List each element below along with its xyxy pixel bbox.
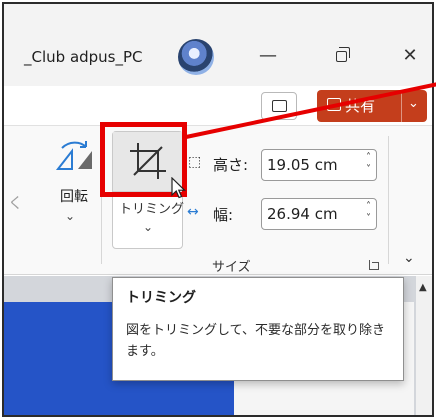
title-bar: _Club adpus_PC — ✕ <box>4 4 432 86</box>
height-spinner[interactable]: ˄ ˅ <box>366 152 371 176</box>
share-icon <box>327 98 341 111</box>
vertical-scrollbar[interactable]: ▲ <box>416 276 432 415</box>
height-icon: ⬚ <box>188 154 202 170</box>
size-group-label: サイズ <box>212 260 251 275</box>
comments-button[interactable] <box>261 92 297 120</box>
window-frame: _Club adpus_PC — ✕ 共有 ⌄ く 回転 ⌄ トリミング ⌄ ⬚… <box>2 2 434 417</box>
ribbon: く 回転 ⌄ トリミング ⌄ ⬚ 高さ: 19.05 cm ˄ ˅ ↔ 幅: 2… <box>4 125 432 275</box>
window-title: _Club adpus_PC <box>24 48 143 66</box>
width-value: 26.94 cm <box>267 205 338 223</box>
ribbon-options-chevron-icon[interactable]: ⌄ <box>403 250 415 266</box>
rotate-label: 回転 <box>60 189 88 205</box>
close-button[interactable]: ✕ <box>392 42 428 70</box>
height-input[interactable]: 19.05 cm ˄ ˅ <box>261 149 377 181</box>
height-label: 高さ: <box>213 156 249 174</box>
crop-label: トリミング <box>119 202 185 217</box>
scroll-up-arrow-icon[interactable]: ▲ <box>419 282 427 293</box>
width-input[interactable]: 26.94 cm ˄ ˅ <box>261 198 377 230</box>
crop-tooltip: トリミング 図をトリミングして、不要な部分を取り除きます。 <box>112 277 404 381</box>
width-icon: ↔ <box>187 204 199 220</box>
share-options-chevron-icon[interactable]: ⌄ <box>408 96 419 111</box>
partial-left-group-label: く <box>8 194 24 212</box>
minimize-button[interactable]: — <box>250 42 286 70</box>
restore-button[interactable] <box>323 42 359 70</box>
width-label: 幅: <box>213 206 234 224</box>
share-button[interactable]: 共有 ⌄ <box>317 90 427 122</box>
rotate-icon[interactable] <box>55 140 97 174</box>
height-value: 19.05 cm <box>267 156 338 174</box>
rotate-chevron-icon[interactable]: ⌄ <box>65 209 75 223</box>
mouse-cursor-icon <box>171 177 186 199</box>
ribbon-group-separator-right <box>388 136 389 264</box>
user-avatar[interactable] <box>178 39 214 75</box>
tooltip-title: トリミング <box>126 290 196 306</box>
comment-icon <box>272 100 287 112</box>
crop-chevron-icon[interactable]: ⌄ <box>143 220 153 234</box>
share-button-divider <box>401 90 402 122</box>
width-spinner[interactable]: ˄ ˅ <box>366 201 371 225</box>
restore-icon <box>335 47 350 62</box>
size-dialog-launcher-icon[interactable] <box>369 260 379 270</box>
tooltip-description: 図をトリミングして、不要な部分を取り除きます。 <box>126 323 385 359</box>
share-label: 共有 <box>345 97 376 115</box>
